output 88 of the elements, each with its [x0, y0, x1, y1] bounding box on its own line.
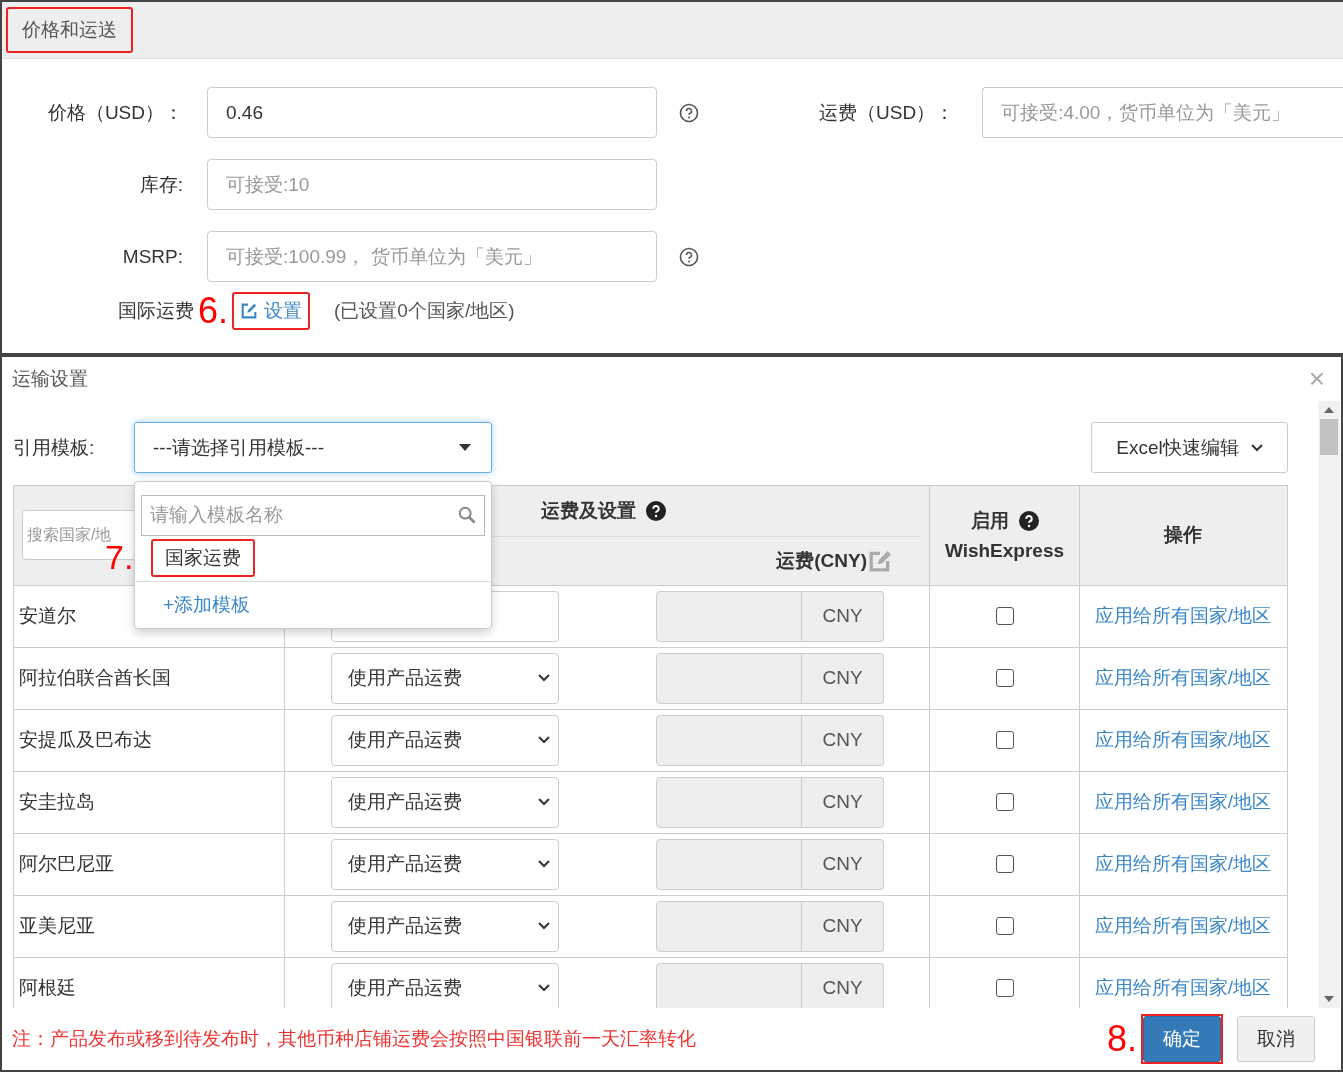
input-field[interactable]: 可接受:10 [207, 159, 657, 210]
checkbox[interactable] [995, 669, 1014, 688]
apply-all-link[interactable]: 应用给所有国家/地区 [1094, 851, 1272, 878]
column-header: 启用 [970, 509, 1009, 534]
help-icon[interactable] [679, 102, 699, 123]
fee-input[interactable] [656, 838, 802, 890]
help-icon[interactable] [645, 500, 666, 521]
field-label: 价格（USD）： [46, 100, 184, 125]
checkbox[interactable] [995, 607, 1014, 626]
settings-link[interactable]: 设置 [232, 292, 311, 330]
field-label: 运费（USD）： [819, 100, 956, 125]
column-header: 运费及设置 [540, 498, 636, 523]
field-label: 库存: [138, 172, 184, 197]
field-label: 引用模板: [13, 435, 96, 460]
currency-addon: CNY [802, 962, 884, 1009]
checkbox[interactable] [995, 917, 1014, 936]
template-option[interactable]: 国家运费 [151, 539, 255, 578]
chevron-icon [1250, 443, 1263, 452]
caret-icon [459, 444, 471, 452]
chevron-icon [538, 674, 550, 683]
step-number: 8. [1105, 1021, 1138, 1058]
scroll-down-icon[interactable] [1324, 996, 1334, 1003]
dialog-title: 运输设置 [12, 366, 88, 391]
help-icon[interactable] [679, 246, 699, 267]
currency-addon: CNY [802, 838, 884, 890]
apply-all-link[interactable]: 应用给所有国家/地区 [1094, 913, 1272, 940]
search-icon [458, 505, 476, 524]
apply-all-link[interactable]: 应用给所有国家/地区 [1094, 727, 1272, 754]
apply-all-link[interactable]: 应用给所有国家/地区 [1094, 975, 1272, 1002]
shipping-select[interactable]: 使用产品运费 [331, 652, 559, 704]
chevron-icon [538, 798, 550, 807]
fee-input[interactable] [656, 962, 802, 1009]
checkbox[interactable] [995, 855, 1014, 874]
shipping-select[interactable]: 使用产品运费 [331, 962, 559, 1009]
currency-addon: CNY [802, 652, 884, 704]
add-template-link[interactable]: +添加模板 [163, 591, 251, 618]
fee-input[interactable] [656, 652, 802, 704]
column-header: WishExpress [944, 540, 1065, 563]
excel-edit-button[interactable]: Excel快速编辑 [1091, 422, 1288, 474]
checkbox[interactable] [995, 793, 1014, 812]
field-label: 国际运费 [117, 299, 194, 323]
checkbox[interactable] [995, 731, 1014, 750]
template-select[interactable]: ---请选择引用模板--- [134, 422, 492, 474]
input-field[interactable]: 可接受:4.00，货币单位为「美元」 [982, 87, 1343, 138]
status-text: (已设置0个国家/地区) [334, 299, 515, 323]
section-title: 价格和运送 [6, 7, 133, 53]
step-number: 6. [197, 293, 230, 329]
chevron-icon [538, 922, 550, 931]
note-text: 注：产品发布或移到待发布时，其他币种店铺运费会按照中国银联前一天汇率转化 [12, 1027, 696, 1052]
currency-addon: CNY [802, 776, 884, 828]
column-header: 运费(CNY) [776, 548, 867, 573]
country-name: 安圭拉岛 [19, 790, 95, 815]
currency-addon: CNY [802, 900, 884, 952]
shipping-select[interactable]: 使用产品运费 [331, 838, 559, 890]
country-name: 安道尔 [19, 604, 76, 629]
cancel-button[interactable]: 取消 [1237, 1016, 1315, 1063]
currency-addon: CNY [802, 714, 884, 766]
help-icon[interactable] [1018, 511, 1039, 532]
fee-input[interactable] [656, 900, 802, 952]
shipping-select[interactable]: 使用产品运费 [331, 900, 559, 952]
input-field[interactable]: 0.46 [207, 87, 657, 138]
checkbox[interactable] [995, 979, 1014, 998]
scroll-up-icon[interactable] [1324, 406, 1334, 413]
currency-addon: CNY [802, 590, 884, 642]
country-name: 阿尔巴尼亚 [19, 852, 114, 877]
scroll-thumb[interactable] [1320, 418, 1338, 455]
field-label: MSRP: [121, 245, 184, 268]
template-search-field[interactable]: 请输入模板名称 [141, 494, 485, 536]
apply-all-link[interactable]: 应用给所有国家/地区 [1094, 789, 1272, 816]
edit-icon [240, 302, 259, 320]
scrollbar[interactable] [1318, 400, 1340, 1009]
input-field[interactable]: 可接受:100.99， 货币单位为「美元」 [207, 231, 657, 282]
fee-input[interactable] [656, 590, 802, 642]
chevron-icon [538, 736, 550, 745]
country-name: 阿根廷 [19, 976, 76, 1001]
chevron-icon [538, 860, 550, 869]
fee-input[interactable] [656, 714, 802, 766]
country-name: 安提瓜及巴布达 [19, 728, 152, 753]
column-header: 操作 [1164, 523, 1202, 548]
chevron-icon [538, 984, 550, 993]
country-name: 阿拉伯联合酋长国 [19, 666, 171, 691]
confirm-button[interactable]: 确定 [1143, 1016, 1221, 1063]
shipping-select[interactable]: 使用产品运费 [331, 714, 559, 766]
country-name: 亚美尼亚 [19, 914, 95, 939]
shipping-select[interactable]: 使用产品运费 [331, 776, 559, 828]
fee-input[interactable] [656, 776, 802, 828]
apply-all-link[interactable]: 应用给所有国家/地区 [1094, 603, 1272, 630]
apply-all-link[interactable]: 应用给所有国家/地区 [1094, 665, 1272, 692]
